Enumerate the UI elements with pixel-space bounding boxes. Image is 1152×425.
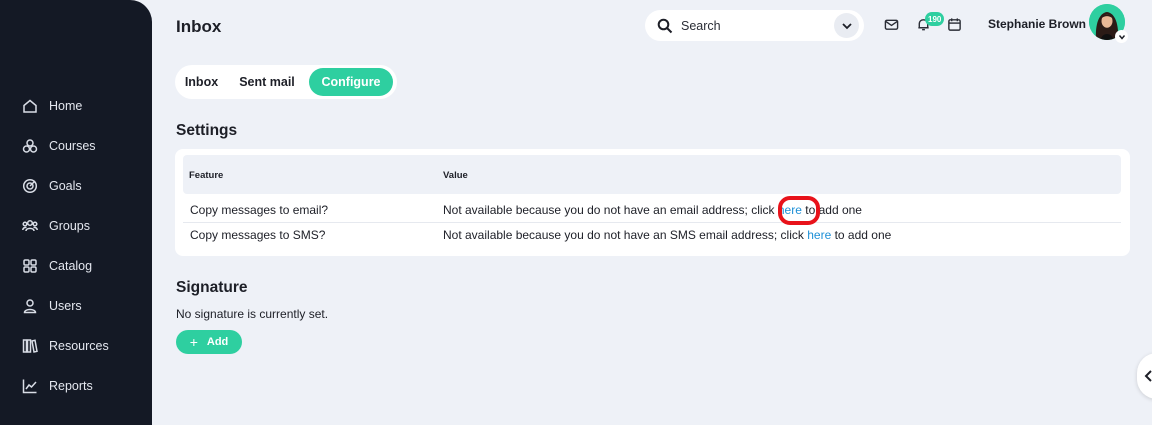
plus-icon: + [189, 334, 198, 350]
sidebar-item-label: Reports [49, 379, 93, 393]
sidebar-item-groups[interactable]: Groups [22, 216, 90, 236]
table-row: Copy messages to email? Not available be… [183, 197, 1121, 223]
goals-icon [22, 178, 38, 194]
resources-icon [22, 339, 38, 353]
sidebar-item-label: Groups [49, 219, 90, 233]
chevron-down-icon [841, 22, 852, 29]
tab-inbox[interactable]: Inbox [178, 68, 225, 96]
user-name: Stephanie Brown [988, 17, 1087, 31]
sidebar-item-reports[interactable]: Reports [22, 376, 93, 396]
sidebar-item-label: Users [49, 299, 82, 313]
feature-cell: Copy messages to email? [190, 203, 329, 217]
add-sms-link[interactable]: here [807, 228, 831, 242]
value-text: Not available because you do not have an… [443, 228, 804, 242]
search-bar[interactable]: Search [645, 10, 864, 41]
tab-sent-mail[interactable]: Sent mail [228, 68, 306, 96]
signature-status: No signature is currently set. [176, 307, 329, 321]
column-header-value: Value [443, 170, 468, 181]
value-cell: Not available because you do not have an… [443, 203, 862, 217]
calendar-button[interactable] [947, 17, 962, 32]
settings-card: Feature Value Copy messages to email? No… [175, 149, 1130, 256]
sidebar-item-users[interactable]: Users [22, 296, 82, 316]
table-header: Feature Value [183, 155, 1121, 194]
messages-button[interactable] [884, 17, 899, 32]
value-cell: Not available because you do not have an… [443, 228, 891, 242]
feature-cell: Copy messages to SMS? [190, 228, 326, 242]
sidebar: Home Courses Goals Groups Catalog Users … [0, 0, 152, 425]
account-menu-toggle[interactable] [1115, 30, 1128, 43]
value-text: Not available because you do not have an… [443, 203, 775, 217]
groups-icon [22, 219, 38, 232]
search-icon [657, 18, 673, 33]
sidebar-item-courses[interactable]: Courses [22, 136, 96, 156]
sidebar-item-home[interactable]: Home [22, 96, 82, 116]
table-row: Copy messages to SMS? Not available beca… [183, 222, 1121, 248]
mail-tabs: Inbox Sent mail Configure [175, 65, 397, 99]
chevron-left-icon [1144, 370, 1152, 382]
sidebar-item-label: Courses [49, 139, 96, 153]
sidebar-item-label: Goals [49, 179, 82, 193]
settings-title: Settings [176, 122, 238, 139]
chevron-down-icon [1118, 34, 1125, 40]
calendar-icon [948, 18, 961, 31]
sidebar-item-goals[interactable]: Goals [22, 176, 82, 196]
panel-toggle-button[interactable] [1137, 353, 1152, 399]
value-text: to add one [805, 203, 862, 217]
users-icon [23, 299, 37, 314]
sidebar-item-catalog[interactable]: Catalog [22, 256, 92, 276]
column-header-feature: Feature [189, 170, 224, 181]
search-input[interactable]: Search [681, 19, 721, 33]
mail-icon [884, 19, 899, 30]
notification-count-badge: 190 [925, 12, 945, 26]
sidebar-item-label: Catalog [49, 259, 93, 273]
reports-icon [22, 379, 37, 394]
sidebar-item-label: Home [49, 99, 83, 113]
value-text: to add one [834, 228, 892, 242]
add-signature-button[interactable]: + Add [176, 330, 242, 354]
signature-title: Signature [176, 279, 248, 296]
catalog-icon [23, 259, 37, 273]
courses-icon [22, 139, 38, 153]
sidebar-item-resources[interactable]: Resources [22, 336, 109, 356]
search-dropdown-button[interactable] [834, 13, 859, 38]
add-email-link[interactable]: here [778, 203, 802, 217]
sidebar-item-label: Resources [49, 339, 109, 353]
page-title: Inbox [176, 17, 222, 36]
add-button-label: Add [206, 336, 229, 348]
tab-configure[interactable]: Configure [309, 68, 393, 96]
home-icon [23, 99, 37, 113]
